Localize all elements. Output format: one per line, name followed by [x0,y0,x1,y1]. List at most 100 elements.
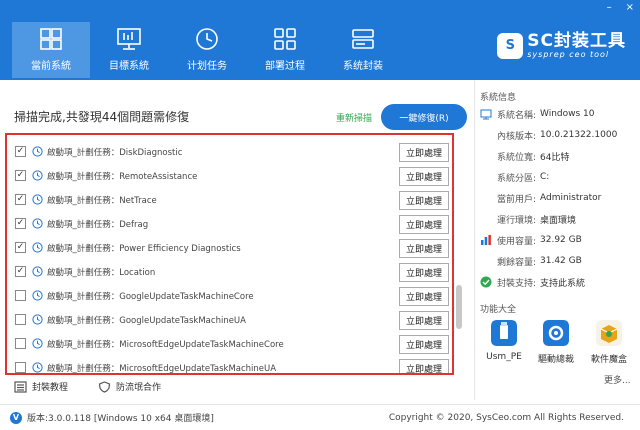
nav-deploy-process[interactable]: 部署过程 [246,22,324,78]
issue-row: 啟動項_計劃任務：GoogleUpdateTaskMachineCore 立即處理 [7,284,452,308]
sysinfo-row: 系統位寬: 64比特 [480,146,640,166]
issue-row: 啟動項_計劃任務：GoogleUpdateTaskMachineUA 立即處理 [7,308,452,332]
logo-title: SC封装工具 [527,31,626,51]
clock-icon [32,362,43,373]
status-bar: V 版本:3.0.0.118 [Windows 10 x64 桌面環境] Cop… [0,404,640,430]
clock-icon [32,242,43,253]
usb-icon [491,320,517,346]
clock-icon [32,338,43,349]
sysinfo-row: 系統分區: C: [480,167,640,187]
list-scrollbar[interactable] [455,140,463,372]
copyright-text: Copyright © 2020, SysCeo.com All Rights … [388,412,624,423]
issue-row: 啟動項_計劃任務：MicrosoftEdgeUpdateTaskMachineC… [7,332,452,356]
clock-icon [32,170,43,181]
process-now-button[interactable]: 立即處理 [399,191,449,210]
issue-row: ✓ 啟動項_計劃任務：NetTrace 立即處理 [7,188,452,212]
sysinfo-value: 支持此系統 [540,278,586,289]
sysinfo-row: 封裝支持: 支持此系統 [480,272,640,292]
process-now-button[interactable]: 立即處理 [399,167,449,186]
version-icon: V [10,411,22,424]
issue-row: ✓ 啟動項_計劃任務：Defrag 立即處理 [7,212,452,236]
func-usm-pe[interactable]: Usm_PE [480,320,528,362]
app-header: – × 當前系統 目標系統 计划任务 部署过程 系统封装 S SC封装工具 sy… [0,0,640,80]
window-controls: – × [607,2,634,13]
process-now-button[interactable]: 立即處理 [399,287,449,306]
issue-row: ✓ 啟動項_計劃任務：DiskDiagnostic 立即處理 [7,140,452,164]
issue-row: 啟動項_計劃任務：MicrosoftEdgeUpdateTaskMachineU… [7,356,452,373]
monitor-icon [117,28,141,50]
nav-label: 计划任务 [187,61,227,72]
process-now-button[interactable]: 立即處理 [399,359,449,373]
panel-divider [474,80,475,400]
sysinfo-row: 使用容量: 32.92 GB [480,230,640,250]
list-icon [14,380,27,393]
rescan-link[interactable]: 重新掃描 [336,111,372,124]
row-checkbox[interactable]: ✓ [15,194,26,205]
tutorial-label: 封裝教程 [32,383,69,393]
sysinfo-key: 運行環境: [496,215,536,226]
issue-row: ✓ 啟動項_計劃任務：Power Efficiency Diagnostics 立即… [7,236,452,260]
logo-subtitle: sysprep ceo tool [527,50,610,59]
sysinfo-value: Administrator [540,193,602,203]
nav-label: 目標系統 [109,61,149,72]
row-checkbox[interactable]: ✓ [15,242,26,253]
functions-title: 功能大全 [480,305,517,315]
more-functions-link[interactable]: 更多... [604,373,631,386]
sysinfo-value: 64比特 [540,152,570,163]
process-now-button[interactable]: 立即處理 [399,263,449,282]
sysinfo-key: 內核版本: [496,131,536,142]
monitor-icon [480,109,492,120]
process-now-button[interactable]: 立即處理 [399,239,449,258]
grid-icon [274,28,296,50]
row-label: 啟動項_計劃任務：GoogleUpdateTaskMachineCore [47,292,254,302]
row-checkbox[interactable] [15,338,26,349]
row-label: 啟動項_計劃任務：RemoteAssistance [47,172,198,182]
sysinfo-row: 內核版本: 10.0.21322.1000 [480,125,640,145]
row-checkbox[interactable] [15,290,26,301]
clock-icon [32,266,43,277]
process-now-button[interactable]: 立即處理 [399,335,449,354]
row-checkbox[interactable]: ✓ [15,218,26,229]
sysinfo-value: 32.92 GB [540,235,582,245]
row-checkbox[interactable] [15,362,26,373]
func-label: 軟件魔盒 [590,355,627,365]
sysinfo-value: 10.0.21322.1000 [540,130,618,140]
tutorial-link[interactable]: 封裝教程 [14,380,68,393]
gear-icon [543,320,569,346]
row-checkbox[interactable]: ✓ [15,170,26,181]
version-text: 版本:3.0.0.118 [Windows 10 x64 桌面環境] [27,414,214,424]
clock-icon [32,314,43,325]
logo-badge: S [497,32,524,59]
minimize-button[interactable]: – [607,2,612,13]
close-button[interactable]: × [626,2,634,13]
process-now-button[interactable]: 立即處理 [399,311,449,330]
scroll-thumb[interactable] [456,285,462,329]
sysinfo-value: C: [540,172,550,182]
sysinfo-value: Windows 10 [540,109,595,119]
process-now-button[interactable]: 立即處理 [399,215,449,234]
process-now-button[interactable]: 立即處理 [399,143,449,162]
row-checkbox[interactable] [15,314,26,325]
row-checkbox[interactable]: ✓ [15,146,26,157]
sysinfo-value: 31.42 GB [540,256,582,266]
row-label: 啟動項_計劃任務：Location [47,268,156,278]
func-software-box[interactable]: 軟件魔盒 [585,320,633,365]
clock-icon [32,146,43,157]
row-checkbox[interactable]: ✓ [15,266,26,277]
sysinfo-row: 剩餘容量: 31.42 GB [480,251,640,271]
anti-bundle-link[interactable]: 防流氓合作 [98,380,161,393]
func-driver-president[interactable]: 驅動總裁 [532,320,580,365]
issue-row: ✓ 啟動項_計劃任務：RemoteAssistance 立即處理 [7,164,452,188]
anti-bundle-label: 防流氓合作 [116,383,162,393]
issue-row: ✓ 啟動項_計劃任務：Location 立即處理 [7,260,452,284]
nav-current-system[interactable]: 當前系統 [12,22,90,78]
sysinfo-row: 系統名稱: Windows 10 [480,104,640,124]
row-label: 啟動項_計劃任務：MicrosoftEdgeUpdateTaskMachineC… [47,340,284,350]
nav-system-package[interactable]: 系统封装 [324,22,402,78]
fix-all-button[interactable]: 一鍵修復(R) [381,104,467,130]
nav-label: 系统封装 [343,61,383,72]
nav-scheduled-tasks[interactable]: 计划任务 [168,22,246,78]
sysinfo-row: 運行環境: 桌面環境 [480,209,640,229]
row-label: 啟動項_計劃任務：GoogleUpdateTaskMachineUA [47,316,246,326]
nav-target-system[interactable]: 目標系統 [90,22,168,78]
